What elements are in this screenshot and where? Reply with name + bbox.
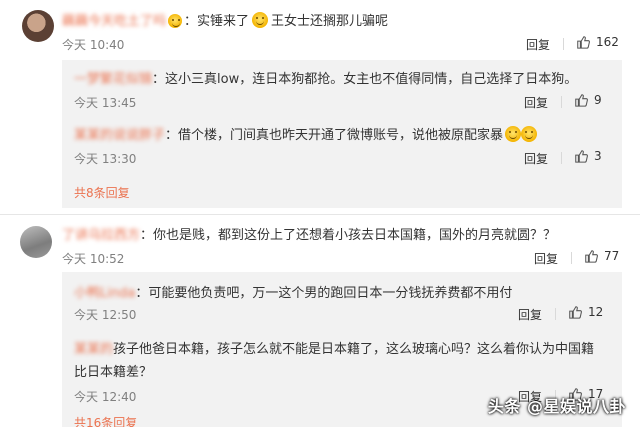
reply-author[interactable]: 一梦繁花似锦 — [74, 68, 152, 87]
divider — [571, 252, 572, 264]
comment-time: 今天 10:52 — [62, 252, 125, 266]
comment-divider — [0, 214, 640, 215]
comment-body-tail: 王女士还搁那儿骗呢 — [271, 14, 389, 29]
avatar[interactable] — [22, 10, 54, 42]
reply-author[interactable]: 小鸭Linda — [74, 282, 135, 301]
comment-body: ：实锤来了 — [184, 14, 250, 29]
reply-button[interactable]: 回复 — [524, 150, 548, 167]
reply-body-line1: 孩子他爸日本籍，孩子怎么就不能是日本籍了，这么玻璃心吗？这么着你认为中国籍 — [113, 342, 595, 357]
reply-button[interactable]: 回复 — [518, 306, 542, 323]
like-button[interactable]: 162 — [576, 35, 619, 49]
badge-icon — [168, 14, 183, 28]
thumbs-up-icon — [569, 306, 582, 319]
thumbs-up-icon — [575, 94, 588, 107]
reply-body-line2: 比日本籍差？ — [74, 365, 153, 380]
like-count: 9 — [594, 93, 602, 107]
like-button[interactable]: 3 — [574, 149, 602, 163]
reply-author[interactable]: 某某的说说胖子 — [74, 124, 165, 143]
reply-author[interactable]: 某某的 — [74, 338, 113, 357]
divider — [561, 96, 562, 108]
reply-time: 今天 12:40 — [74, 390, 137, 404]
reply-body: ：可能要他负责吧，万一这个男的跑回日本一分钱抚养费都不用付 — [135, 286, 513, 301]
like-button[interactable]: 9 — [574, 93, 602, 107]
comment-text: 了讲乌拉西方：你也是贱，都到这份上了还想着小孩去日本国籍，国外的月亮就圆？？ — [62, 224, 556, 243]
reply-button[interactable]: 回复 — [524, 94, 548, 111]
watermark: 头条 @星娱说八卦 — [487, 397, 626, 416]
like-button[interactable]: 77 — [584, 249, 619, 263]
reply-text: 某某的孩子他爸日本籍，孩子怎么就不能是日本籍了，这么玻璃心吗？这么着你认为中国籍 — [74, 338, 594, 357]
divider — [555, 308, 556, 320]
thumbs-up-icon — [575, 150, 588, 163]
reply-text: 某某的说说胖子：借个楼，门间真也昨天开通了微博账号，说他被原配家暴 — [74, 124, 538, 143]
like-count: 162 — [596, 35, 619, 49]
comment-author[interactable]: 了讲乌拉西方 — [62, 224, 140, 243]
reply-button[interactable]: 回复 — [526, 36, 550, 53]
more-replies-link[interactable]: 共8条回复 — [74, 184, 130, 201]
reply-body: ：这小三真low，连日本狗都抢。女主也不值得同情，自己选择了日本狗。 — [152, 72, 578, 87]
reply-time: 今天 13:30 — [74, 152, 137, 166]
thumbs-up-icon — [577, 36, 590, 49]
comment-body: ：你也是贱，都到这份上了还想着小孩去日本国籍，国外的月亮就圆？？ — [140, 228, 557, 243]
like-count: 77 — [604, 249, 620, 263]
surprised-face-emoji — [252, 12, 269, 28]
divider — [561, 152, 562, 164]
like-button[interactable]: 12 — [568, 305, 603, 319]
thumbs-up-icon — [585, 250, 598, 263]
reply-text: 一梦繁花似锦：这小三真low，连日本狗都抢。女主也不值得同情，自己选择了日本狗。 — [74, 68, 577, 87]
comment-time: 今天 10:40 — [62, 38, 125, 52]
smile-emoji — [521, 126, 538, 142]
like-count: 3 — [594, 149, 602, 163]
comment-text: 藕藕今天吃土了吗 ：实锤来了 王女士还搁那儿骗呢 — [62, 10, 388, 29]
reply-time: 今天 13:45 — [74, 96, 137, 110]
reply-body: ：借个楼，门间真也昨天开通了微博账号，说他被原配家暴 — [165, 128, 504, 143]
reply-button[interactable]: 回复 — [534, 250, 558, 267]
comment-author[interactable]: 藕藕今天吃土了吗 — [62, 10, 166, 29]
more-replies-link[interactable]: 共16条回复 — [74, 414, 137, 427]
avatar[interactable] — [20, 226, 52, 258]
smile-emoji — [505, 126, 522, 142]
reply-time: 今天 12:50 — [74, 308, 137, 322]
divider — [563, 38, 564, 50]
like-count: 12 — [588, 305, 604, 319]
reply-text: 小鸭Linda：可能要他负责吧，万一这个男的跑回日本一分钱抚养费都不用付 — [74, 282, 512, 301]
